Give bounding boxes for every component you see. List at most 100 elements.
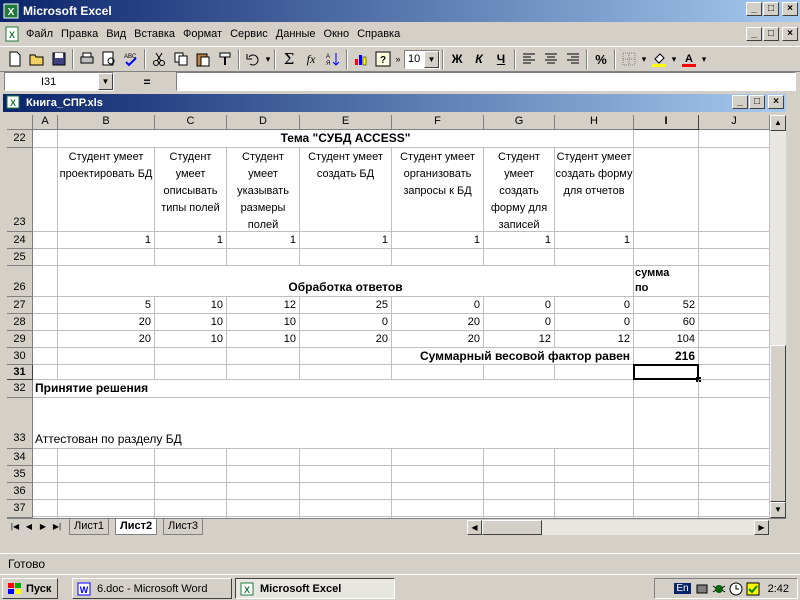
row-header[interactable]: 26 — [7, 266, 33, 297]
align-right-icon[interactable] — [562, 48, 584, 70]
cell-j24[interactable] — [699, 232, 770, 249]
cell-e30[interactable] — [300, 348, 392, 365]
row-header[interactable]: 32 — [7, 380, 33, 398]
toolbar-more-icon[interactable]: » — [394, 48, 402, 70]
column-header-e[interactable]: E — [300, 115, 392, 130]
app-title-bar[interactable]: X Microsoft Excel _ □ × — [0, 0, 800, 22]
cell-a31[interactable] — [33, 365, 58, 380]
doc-restore-button[interactable]: □ — [763, 27, 779, 41]
underline-button[interactable]: Ч — [490, 48, 512, 70]
menu-window[interactable]: Окно — [320, 25, 354, 43]
taskbar-word-button[interactable]: W 6.doc - Microsoft Word — [72, 578, 232, 599]
language-indicator[interactable]: En — [674, 583, 691, 594]
cell-a26[interactable] — [33, 266, 58, 297]
copy-icon[interactable] — [170, 48, 192, 70]
row-header[interactable]: 30 — [7, 348, 33, 365]
cell-h31[interactable] — [555, 365, 634, 380]
row-header[interactable]: 34 — [7, 449, 33, 466]
row-header[interactable]: 25 — [7, 249, 33, 266]
spelling-icon[interactable]: ABC — [120, 48, 142, 70]
undo-dropdown-icon[interactable]: ▾ — [264, 48, 272, 70]
h-scroll-thumb[interactable] — [482, 520, 542, 535]
score-cell[interactable]: 12 — [227, 297, 300, 314]
cell-j26[interactable] — [699, 266, 770, 297]
score-cell[interactable]: 0 — [392, 297, 484, 314]
fill-color-dropdown-icon[interactable]: ▾ — [670, 48, 678, 70]
tab-sheet2[interactable]: Лист2 — [115, 519, 158, 535]
score-cell[interactable]: 0 — [484, 297, 555, 314]
processing-label[interactable]: Обработка ответов — [58, 266, 634, 297]
score-cell[interactable]: 10 — [155, 331, 227, 348]
tab-nav-last-icon[interactable]: ▶| — [51, 521, 63, 533]
score-cell[interactable]: 0 — [555, 297, 634, 314]
menu-tools[interactable]: Сервис — [226, 25, 272, 43]
score-cell[interactable]: 20 — [300, 331, 392, 348]
weight-factor-total[interactable]: 216 — [634, 348, 699, 365]
row-total-cell[interactable]: 104 — [634, 331, 699, 348]
select-all-corner[interactable] — [7, 115, 33, 130]
column-header-j[interactable]: J — [699, 115, 770, 130]
menu-insert[interactable]: Вставка — [130, 25, 179, 43]
cell-j30[interactable] — [699, 348, 770, 365]
row-total-cell[interactable]: 60 — [634, 314, 699, 331]
tab-nav-prev-icon[interactable]: ◀ — [23, 521, 35, 533]
skill-header[interactable]: Студент умеет указывать размеры полей — [227, 148, 300, 232]
save-icon[interactable] — [48, 48, 70, 70]
cell-h25[interactable] — [555, 249, 634, 266]
cell-a29[interactable] — [33, 331, 58, 348]
cell-i33[interactable] — [634, 398, 699, 449]
score-cell[interactable]: 20 — [392, 331, 484, 348]
weight-factor-label[interactable]: Суммарный весовой фактор равен — [392, 348, 634, 365]
font-color-dropdown-icon[interactable]: ▾ — [700, 48, 708, 70]
horizontal-scrollbar[interactable]: ◀ ▶ — [467, 520, 769, 535]
cell-a23[interactable] — [33, 148, 58, 232]
cell-a27[interactable] — [33, 297, 58, 314]
active-cell-i31[interactable] — [633, 364, 699, 380]
cell-a25[interactable] — [33, 249, 58, 266]
column-header-a[interactable]: A — [33, 115, 58, 130]
tab-sheet3[interactable]: Лист3 — [163, 519, 204, 535]
open-icon[interactable] — [26, 48, 48, 70]
cell-c25[interactable] — [155, 249, 227, 266]
workbook-title-bar[interactable]: X Книга_СПР.xls _ □ × — [3, 94, 786, 112]
score-cell[interactable]: 10 — [155, 314, 227, 331]
fill-color-icon[interactable] — [648, 48, 670, 70]
row-header[interactable]: 33 — [7, 398, 33, 449]
answer-cell[interactable]: 1 — [555, 232, 634, 249]
menu-data[interactable]: Данные — [272, 25, 320, 43]
scroll-up-icon[interactable]: ▲ — [770, 115, 786, 131]
cell-j25[interactable] — [699, 249, 770, 266]
menu-format[interactable]: Формат — [179, 25, 226, 43]
italic-button[interactable]: К — [468, 48, 490, 70]
column-header-h[interactable]: H — [555, 115, 634, 130]
function-icon[interactable]: fx — [300, 48, 322, 70]
row-header[interactable]: 27 — [7, 297, 33, 314]
font-color-icon[interactable]: A — [678, 48, 700, 70]
chevron-down-icon[interactable]: ▼ — [98, 73, 113, 90]
answer-cell[interactable]: 1 — [392, 232, 484, 249]
cell-j33[interactable] — [699, 398, 770, 449]
row-header[interactable]: 22 — [7, 130, 33, 148]
column-header-i[interactable]: I — [634, 115, 699, 130]
wb-close-button[interactable]: × — [768, 95, 784, 109]
sort-icon[interactable]: AЯ — [322, 48, 344, 70]
column-header-d[interactable]: D — [227, 115, 300, 130]
score-cell[interactable]: 12 — [555, 331, 634, 348]
attestation-label[interactable]: Аттестован по разделу БД — [33, 398, 634, 449]
topic-title[interactable]: Тема "СУБД ACCESS" — [58, 130, 634, 148]
scroll-thumb[interactable] — [770, 345, 786, 502]
cell-i22[interactable] — [634, 130, 699, 148]
tab-nav-first-icon[interactable]: |◀ — [9, 521, 21, 533]
cell-f25[interactable] — [392, 249, 484, 266]
clock-time[interactable]: 2:42 — [768, 583, 789, 595]
row-header[interactable]: 31 — [7, 365, 33, 380]
cell-b30[interactable] — [58, 348, 155, 365]
decision-label[interactable]: Принятие решения — [33, 380, 634, 398]
answer-cell[interactable]: 1 — [484, 232, 555, 249]
doc-minimize-button[interactable]: _ — [746, 27, 762, 41]
cell-a22[interactable] — [33, 130, 58, 148]
start-button[interactable]: Пуск — [2, 578, 58, 599]
cell-a24[interactable] — [33, 232, 58, 249]
menu-file[interactable]: Файл — [22, 25, 57, 43]
cell-g25[interactable] — [484, 249, 555, 266]
